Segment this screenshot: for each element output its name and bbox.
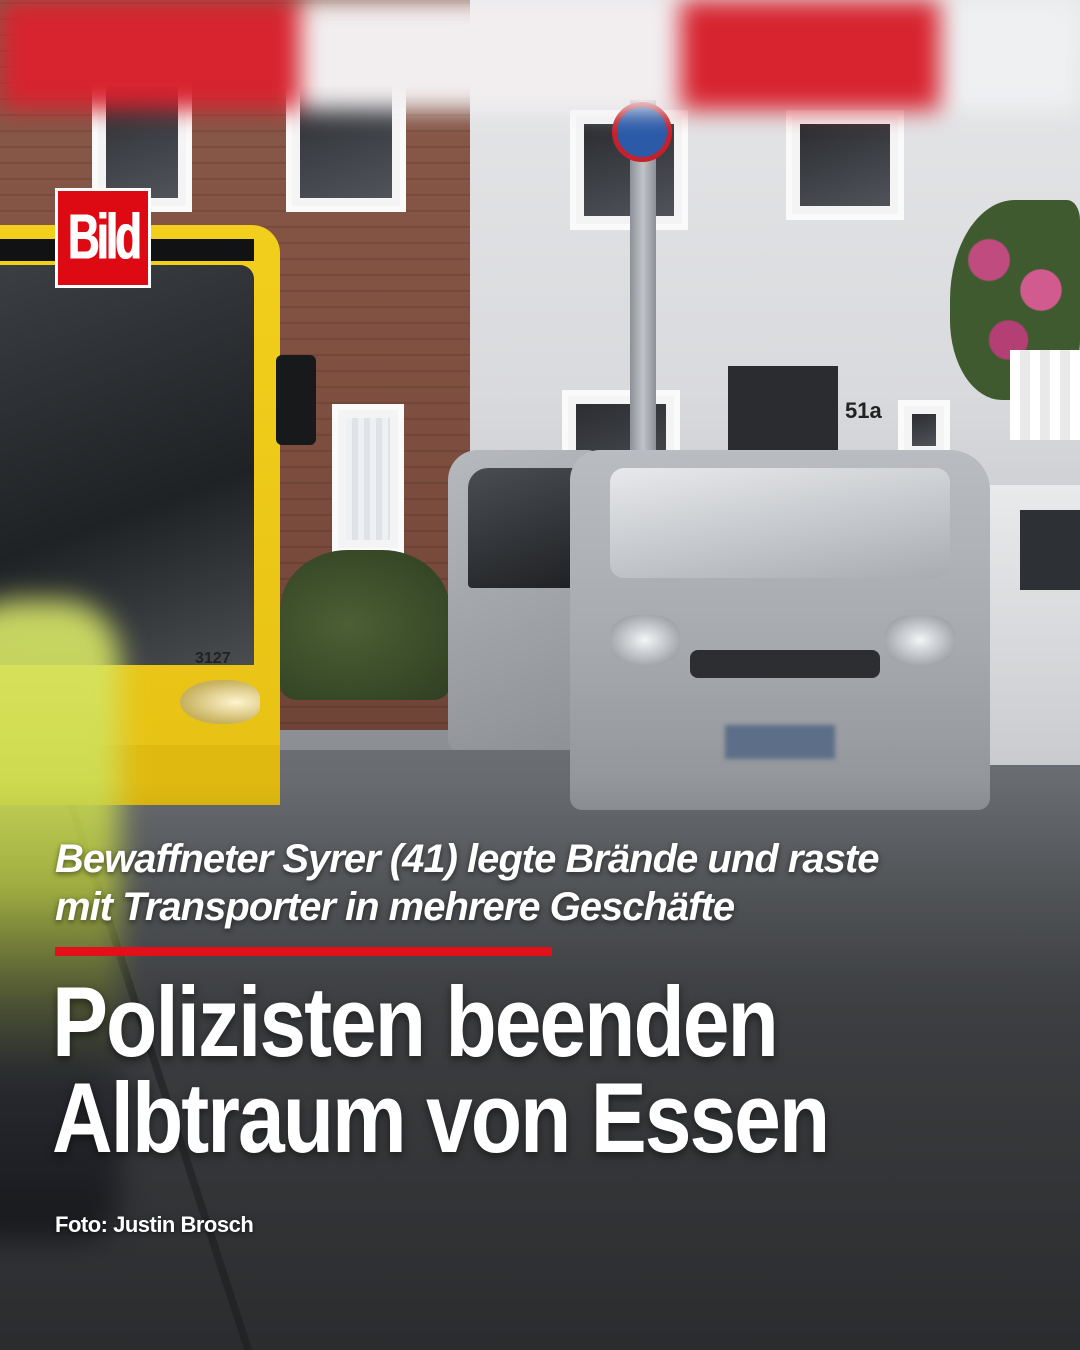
van-headlight-right xyxy=(885,615,955,665)
doorway xyxy=(728,366,838,456)
bild-logo-text: Bild xyxy=(67,201,141,273)
kicker-line: mit Transporter in mehrere Geschäfte xyxy=(55,885,735,929)
kicker: Bewaffneter Syrer (41) legte Brände und … xyxy=(55,835,1035,931)
awning xyxy=(1010,350,1080,440)
building-window xyxy=(332,404,404,554)
photo-credit: Foto: Justin Brosch xyxy=(55,1212,254,1237)
headline: Polizisten beenden Albtraum von Essen xyxy=(52,965,1052,1173)
bus-headlight xyxy=(180,680,260,724)
police-tape-blurred xyxy=(0,0,1080,140)
silver-van xyxy=(570,450,990,810)
van-windshield xyxy=(610,468,950,578)
van-license-plate-blurred xyxy=(725,725,835,759)
van-grille xyxy=(690,650,880,678)
house-number: 51a xyxy=(845,398,882,423)
van-headlight-left xyxy=(610,615,680,665)
kicker-line: Bewaffneter Syrer (41) legte Brände und … xyxy=(55,837,879,881)
bild-logo: Bild xyxy=(55,188,151,288)
bus-mirror xyxy=(276,355,316,445)
bus-number: 3127 xyxy=(195,650,231,667)
red-divider xyxy=(55,947,552,956)
headline-line: Albtraum von Essen xyxy=(52,1062,830,1174)
hedge xyxy=(280,550,450,700)
